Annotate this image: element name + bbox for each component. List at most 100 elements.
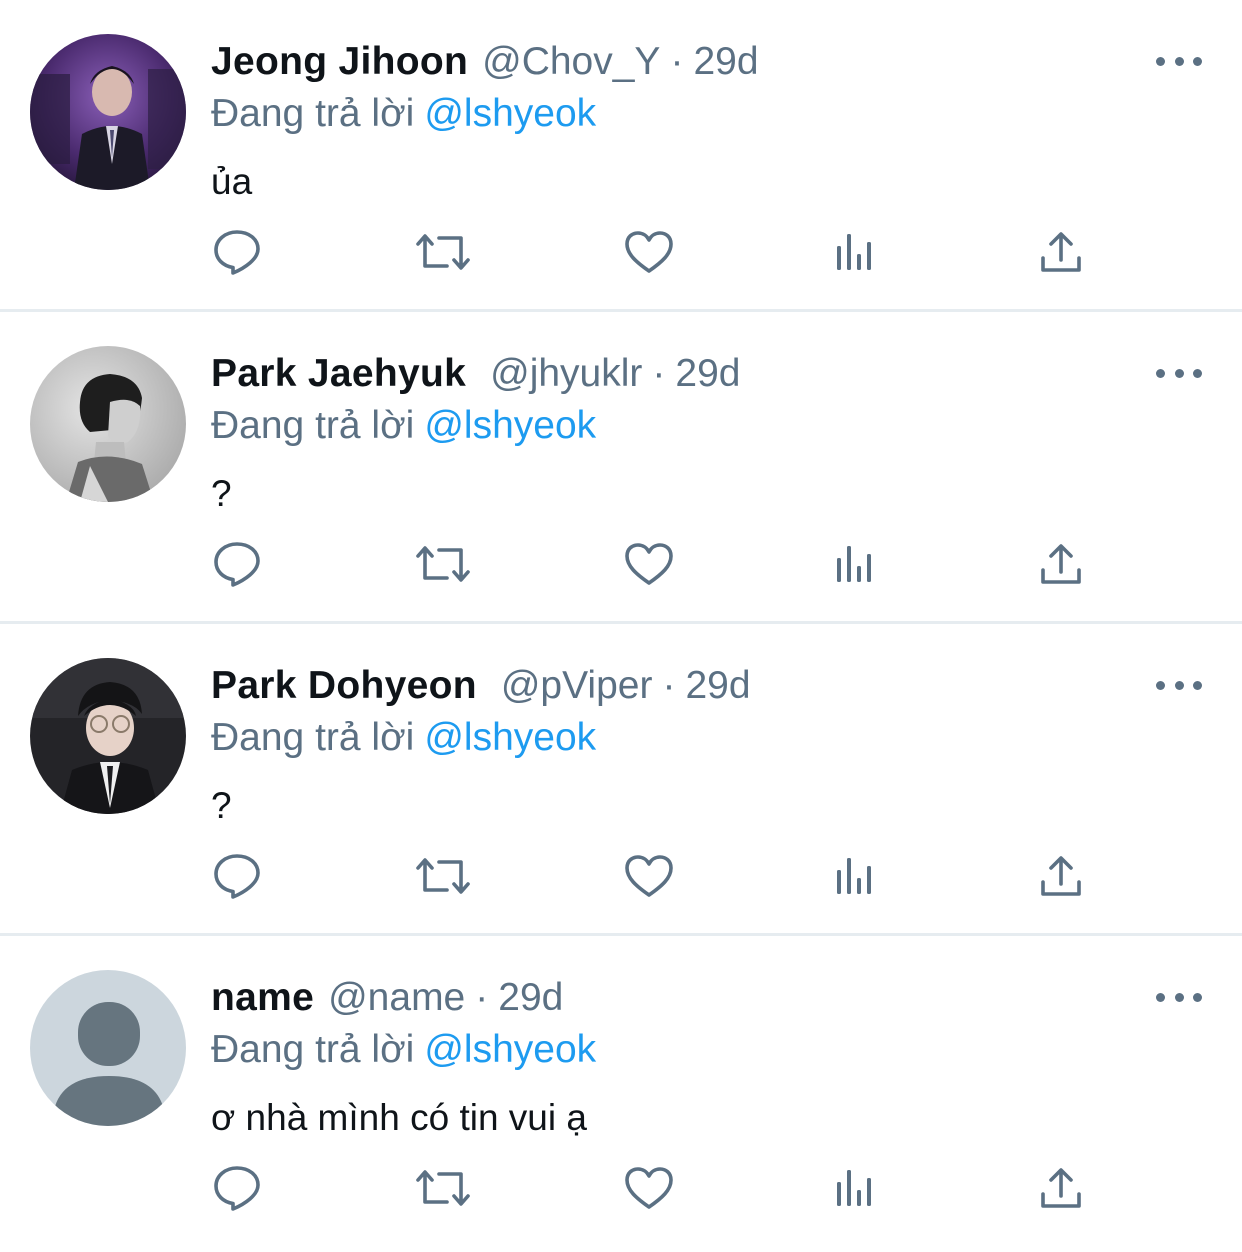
reply-button[interactable] — [207, 534, 267, 594]
reply-feed: Jeong Jihoon @Chov_Y · 29d Đang trả lời @… — [0, 0, 1242, 1252]
retweet-button[interactable] — [413, 534, 473, 594]
tweet-text: ơ nhà mình có tin vui ạ — [211, 1097, 587, 1138]
analytics-button[interactable] — [825, 846, 885, 906]
avatar[interactable] — [30, 34, 186, 190]
replying-to-label: Đang trả lời — [211, 404, 415, 447]
replying-to: Đang trả lời @lshyeok — [211, 88, 596, 140]
more-dots-icon — [1193, 992, 1202, 1002]
more-options-button[interactable] — [1156, 982, 1202, 1012]
share-icon — [1041, 856, 1081, 896]
timestamp[interactable]: 29d — [498, 972, 563, 1024]
default-avatar-icon — [30, 970, 186, 1126]
tweet-text: ủa — [211, 161, 253, 202]
analytics-button[interactable] — [825, 222, 885, 282]
retweet-icon — [416, 234, 470, 270]
tweet[interactable]: Jeong Jihoon @Chov_Y · 29d Đang trả lời @… — [0, 0, 1242, 312]
timestamp[interactable]: 29d — [675, 348, 740, 400]
like-icon — [625, 1167, 673, 1209]
timestamp[interactable]: 29d — [693, 36, 758, 88]
like-button[interactable] — [619, 1158, 679, 1218]
more-dots-icon — [1174, 368, 1184, 378]
tweet[interactable]: Park Jaehyuk @jhyuklr · 29d Đang trả lời… — [0, 312, 1242, 624]
like-button[interactable] — [619, 846, 679, 906]
avatar[interactable] — [30, 970, 186, 1126]
separator-dot: · — [670, 40, 684, 83]
replying-to-label: Đang trả lời — [211, 716, 415, 759]
tweet-header: Park Dohyeon @pViper · 29d — [211, 660, 751, 712]
share-button[interactable] — [1031, 846, 1091, 906]
user-handle[interactable]: @Chov_Y — [482, 36, 660, 88]
more-dots-icon — [1156, 680, 1165, 690]
more-options-button[interactable] — [1156, 46, 1202, 76]
more-dots-icon — [1174, 680, 1184, 690]
more-options-button[interactable] — [1156, 358, 1202, 388]
mention-link[interactable]: @lshyeok — [424, 716, 596, 759]
like-icon — [625, 543, 673, 585]
retweet-button[interactable] — [413, 1158, 473, 1218]
replying-to: Đang trả lời @lshyeok — [211, 400, 596, 452]
user-handle[interactable]: @jhyuklr — [490, 348, 642, 400]
mention-link[interactable]: @lshyeok — [424, 1028, 596, 1071]
more-dots-icon — [1156, 368, 1165, 378]
more-dots-icon — [1193, 368, 1202, 378]
avatar[interactable] — [30, 658, 186, 814]
tweet-header: Park Jaehyuk @jhyuklr · 29d — [211, 348, 740, 400]
avatar-photo-purple — [30, 34, 186, 190]
tweet-text: ? — [211, 473, 232, 514]
action-bar — [0, 1158, 1242, 1218]
replying-to-label: Đang trả lời — [211, 1028, 415, 1071]
tweet[interactable]: name @name · 29d Đang trả lời @lshyeok ơ … — [0, 936, 1242, 1252]
like-button[interactable] — [619, 534, 679, 594]
reply-button[interactable] — [207, 846, 267, 906]
reply-button[interactable] — [207, 222, 267, 282]
reply-button[interactable] — [207, 1158, 267, 1218]
reply-icon — [214, 1166, 260, 1211]
like-icon — [625, 231, 673, 273]
like-button[interactable] — [619, 222, 679, 282]
more-options-button[interactable] — [1156, 670, 1202, 700]
display-name[interactable]: Park Jaehyuk — [211, 348, 466, 400]
action-bar — [0, 534, 1242, 594]
separator-dot: · — [662, 664, 676, 707]
more-dots-icon — [1193, 680, 1202, 690]
display-name[interactable]: Park Dohyeon — [211, 660, 477, 712]
user-handle[interactable]: @name — [328, 972, 465, 1024]
share-icon — [1041, 544, 1081, 584]
more-dots-icon — [1156, 992, 1165, 1002]
like-icon — [625, 855, 673, 897]
reply-icon — [214, 542, 260, 587]
share-button[interactable] — [1031, 222, 1091, 282]
separator-dot: · — [652, 352, 666, 395]
share-button[interactable] — [1031, 1158, 1091, 1218]
avatar-photo-grayscale — [30, 346, 186, 502]
separator-dot: · — [475, 976, 489, 1019]
tweet[interactable]: Park Dohyeon @pViper · 29d Đang trả lời @… — [0, 624, 1242, 936]
retweet-icon — [416, 858, 470, 894]
share-button[interactable] — [1031, 534, 1091, 594]
retweet-icon — [416, 1170, 470, 1206]
analytics-button[interactable] — [825, 1158, 885, 1218]
display-name[interactable]: Jeong Jihoon — [211, 36, 468, 88]
more-dots-icon — [1193, 56, 1202, 66]
more-dots-icon — [1174, 56, 1184, 66]
user-handle[interactable]: @pViper — [501, 660, 653, 712]
retweet-button[interactable] — [413, 846, 473, 906]
replying-to-label: Đang trả lời — [211, 92, 415, 135]
avatar-photo-dark — [30, 658, 186, 814]
analytics-icon — [837, 234, 871, 270]
tweet-text: ? — [211, 785, 232, 826]
mention-link[interactable]: @lshyeok — [424, 92, 596, 135]
retweet-button[interactable] — [413, 222, 473, 282]
analytics-button[interactable] — [825, 534, 885, 594]
tweet-header: Jeong Jihoon @Chov_Y · 29d — [211, 36, 759, 88]
display-name[interactable]: name — [211, 972, 314, 1024]
timestamp[interactable]: 29d — [685, 660, 750, 712]
analytics-icon — [837, 1170, 871, 1206]
reply-icon — [214, 230, 260, 275]
analytics-icon — [837, 546, 871, 582]
reply-icon — [214, 854, 260, 899]
avatar[interactable] — [30, 346, 186, 502]
retweet-icon — [416, 546, 470, 582]
more-dots-icon — [1174, 992, 1184, 1002]
mention-link[interactable]: @lshyeok — [424, 404, 596, 447]
